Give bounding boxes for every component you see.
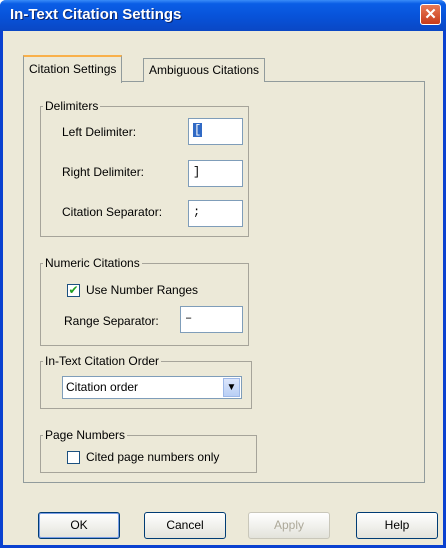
left-delimiter-label: Left Delimiter: bbox=[62, 125, 137, 139]
use-number-ranges-checkbox[interactable]: ✔ bbox=[67, 284, 80, 297]
range-separator-field[interactable]: – bbox=[180, 306, 243, 333]
cited-page-numbers-checkbox[interactable] bbox=[67, 451, 80, 464]
citation-order-select[interactable]: Citation order ▼ bbox=[62, 376, 242, 399]
checkmark-icon: ✔ bbox=[68, 283, 79, 297]
tab-panel: Delimiters Left Delimiter: [ Right Delim… bbox=[23, 81, 425, 483]
cancel-button[interactable]: Cancel bbox=[144, 512, 226, 539]
close-button[interactable]: ✕ bbox=[420, 4, 441, 25]
range-separator-label: Range Separator: bbox=[64, 314, 159, 328]
tab-citation-settings[interactable]: Citation Settings bbox=[23, 55, 123, 83]
close-icon: ✕ bbox=[424, 6, 437, 23]
citation-separator-field[interactable]: ; bbox=[188, 200, 243, 227]
numeric-citations-legend: Numeric Citations bbox=[45, 256, 140, 270]
tab-ambiguous-citations[interactable]: Ambiguous Citations bbox=[143, 58, 266, 82]
help-button[interactable]: Help bbox=[356, 512, 438, 539]
window-title: In-Text Citation Settings bbox=[10, 6, 182, 23]
ok-button[interactable]: OK bbox=[38, 512, 120, 539]
citation-order-value: Citation order bbox=[66, 380, 139, 394]
citation-order-legend: In-Text Citation Order bbox=[45, 354, 160, 368]
use-number-ranges-label: Use Number Ranges bbox=[86, 283, 199, 297]
right-delimiter-field[interactable]: ] bbox=[188, 160, 243, 187]
citation-separator-label: Citation Separator: bbox=[62, 205, 163, 219]
right-delimiter-label: Right Delimiter: bbox=[62, 165, 145, 179]
page-numbers-legend: Page Numbers bbox=[45, 428, 126, 442]
dialog-window: In-Text Citation Settings ✕ Citation Set… bbox=[0, 0, 446, 548]
apply-button[interactable]: Apply bbox=[248, 512, 330, 539]
delimiters-legend: Delimiters bbox=[45, 99, 99, 113]
chevron-down-icon[interactable]: ▼ bbox=[223, 378, 240, 397]
left-delimiter-field[interactable]: [ bbox=[188, 118, 243, 145]
cited-page-numbers-label: Cited page numbers only bbox=[86, 450, 220, 464]
title-bar[interactable]: In-Text Citation Settings ✕ bbox=[0, 0, 446, 31]
